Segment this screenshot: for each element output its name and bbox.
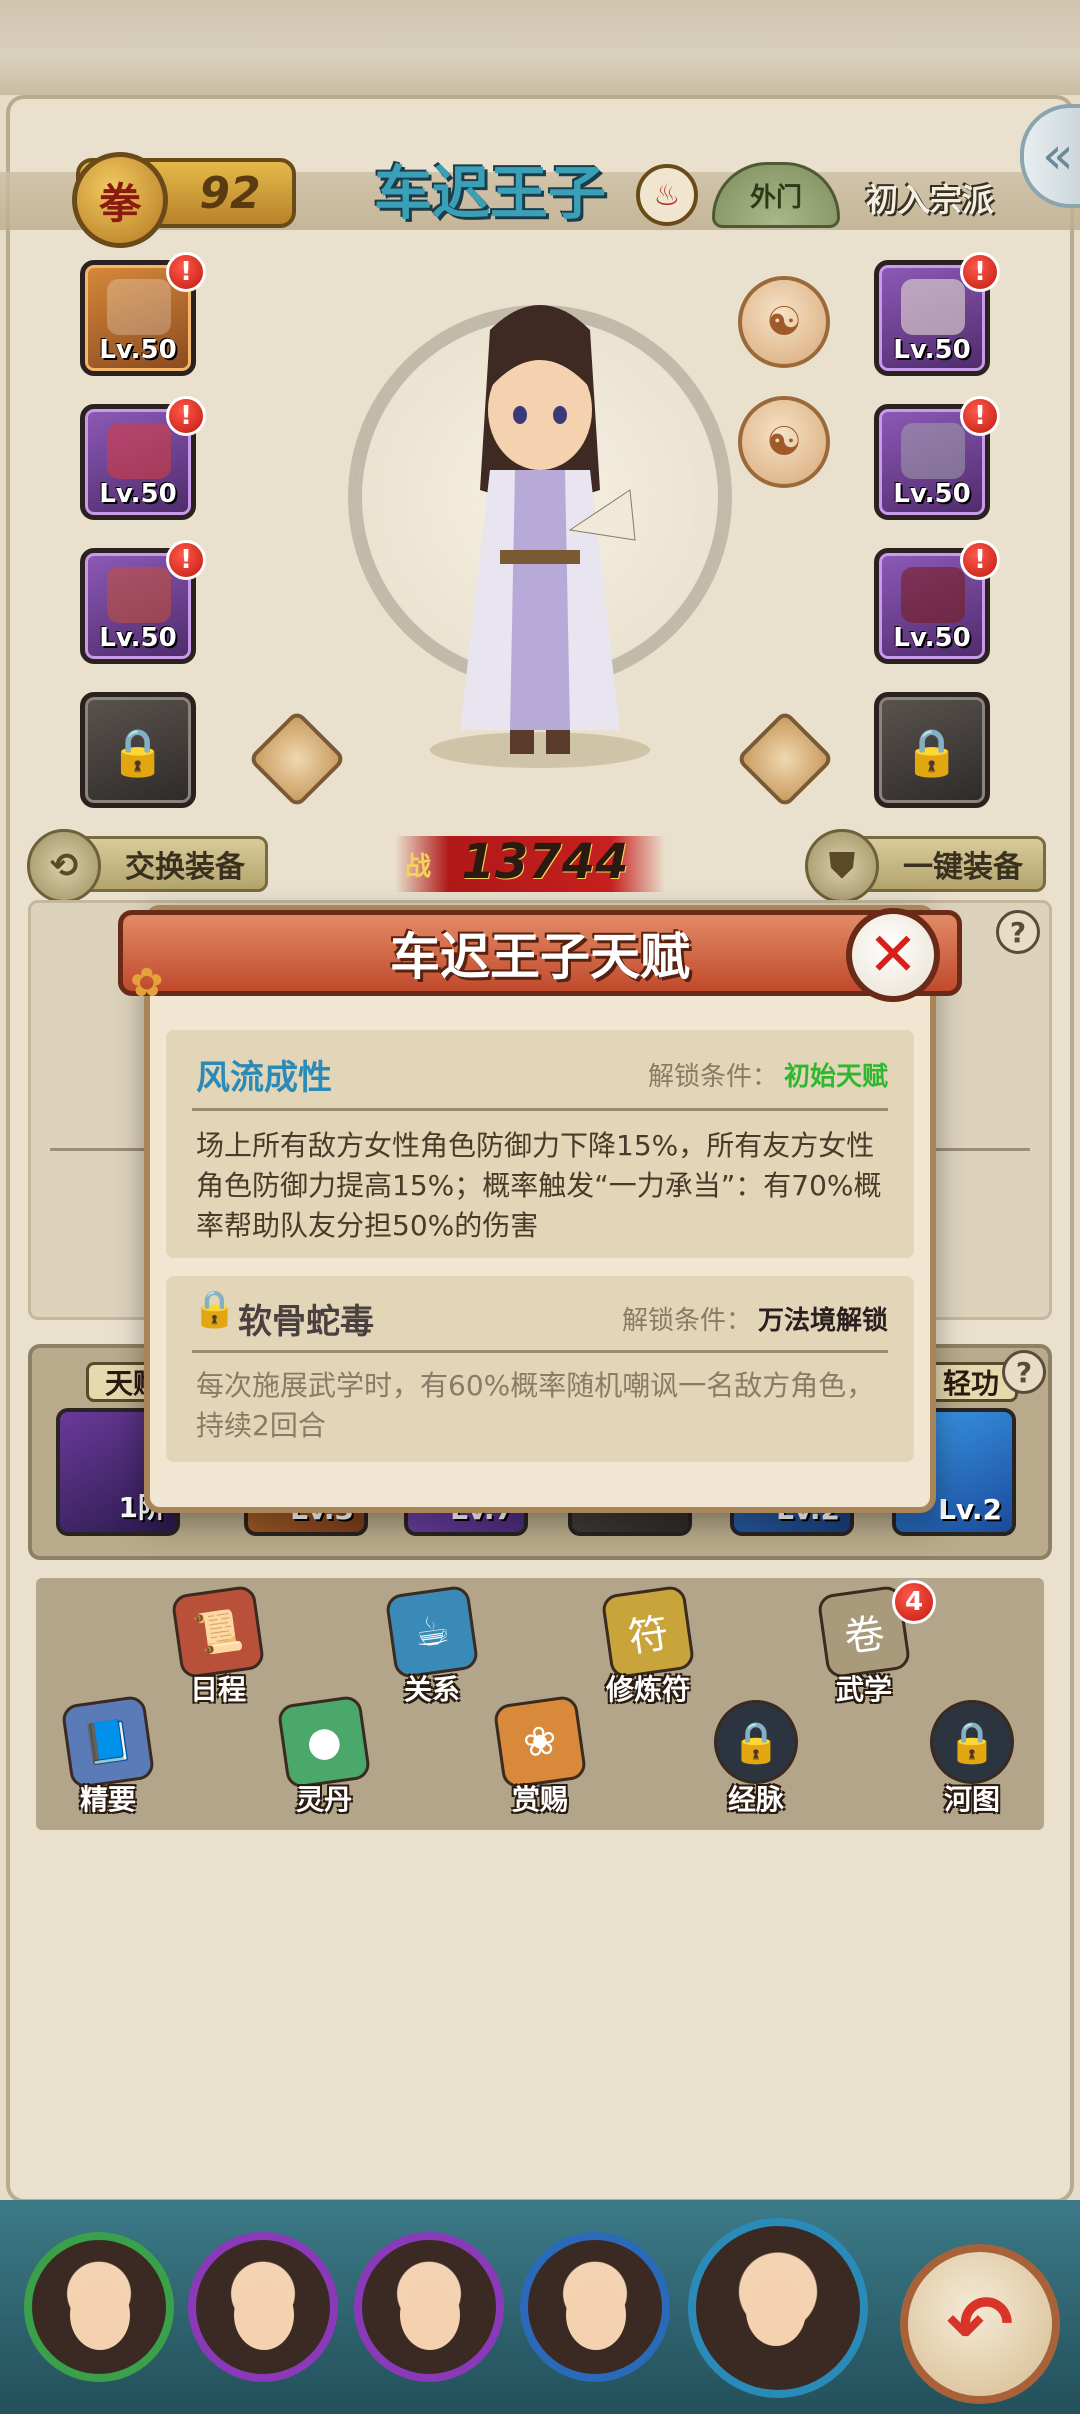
talent-card: 🔒 软骨蛇毒 解锁条件： 万法境解锁 每次施展武学时，有60%概率随机嘲讽一名敌… bbox=[166, 1276, 914, 1462]
lock-icon: 🔒 bbox=[192, 1289, 237, 1330]
talent-description: 场上所有敌方女性角色防御力下降15%，所有友方女性角色防御力提高15%；概率触发… bbox=[196, 1129, 882, 1242]
condition-label: 解锁条件： bbox=[647, 1062, 778, 1092]
talent-card: 风流成性 解锁条件： 初始天赋 场上所有敌方女性角色防御力下降15%，所有友方女… bbox=[166, 1030, 914, 1258]
divider bbox=[192, 1108, 888, 1111]
talent-condition: 解锁条件： 初始天赋 bbox=[648, 1056, 888, 1093]
talent-name: 风流成性 bbox=[196, 1058, 332, 1098]
modal-title: 车迟王子天赋 bbox=[390, 928, 690, 986]
condition-label: 解锁条件： bbox=[621, 1306, 752, 1336]
talent-description: 每次施展武学时，有60%概率随机嘲讽一名敌方角色，持续2回合 bbox=[196, 1369, 875, 1442]
talent-name: 软骨蛇毒 bbox=[238, 1302, 374, 1342]
divider bbox=[192, 1350, 888, 1353]
talent-condition: 解锁条件： 万法境解锁 bbox=[622, 1300, 888, 1337]
condition-value: 万法境解锁 bbox=[757, 1306, 888, 1336]
close-icon[interactable]: ✕ bbox=[846, 908, 940, 1002]
condition-value: 初始天赋 bbox=[783, 1062, 888, 1092]
